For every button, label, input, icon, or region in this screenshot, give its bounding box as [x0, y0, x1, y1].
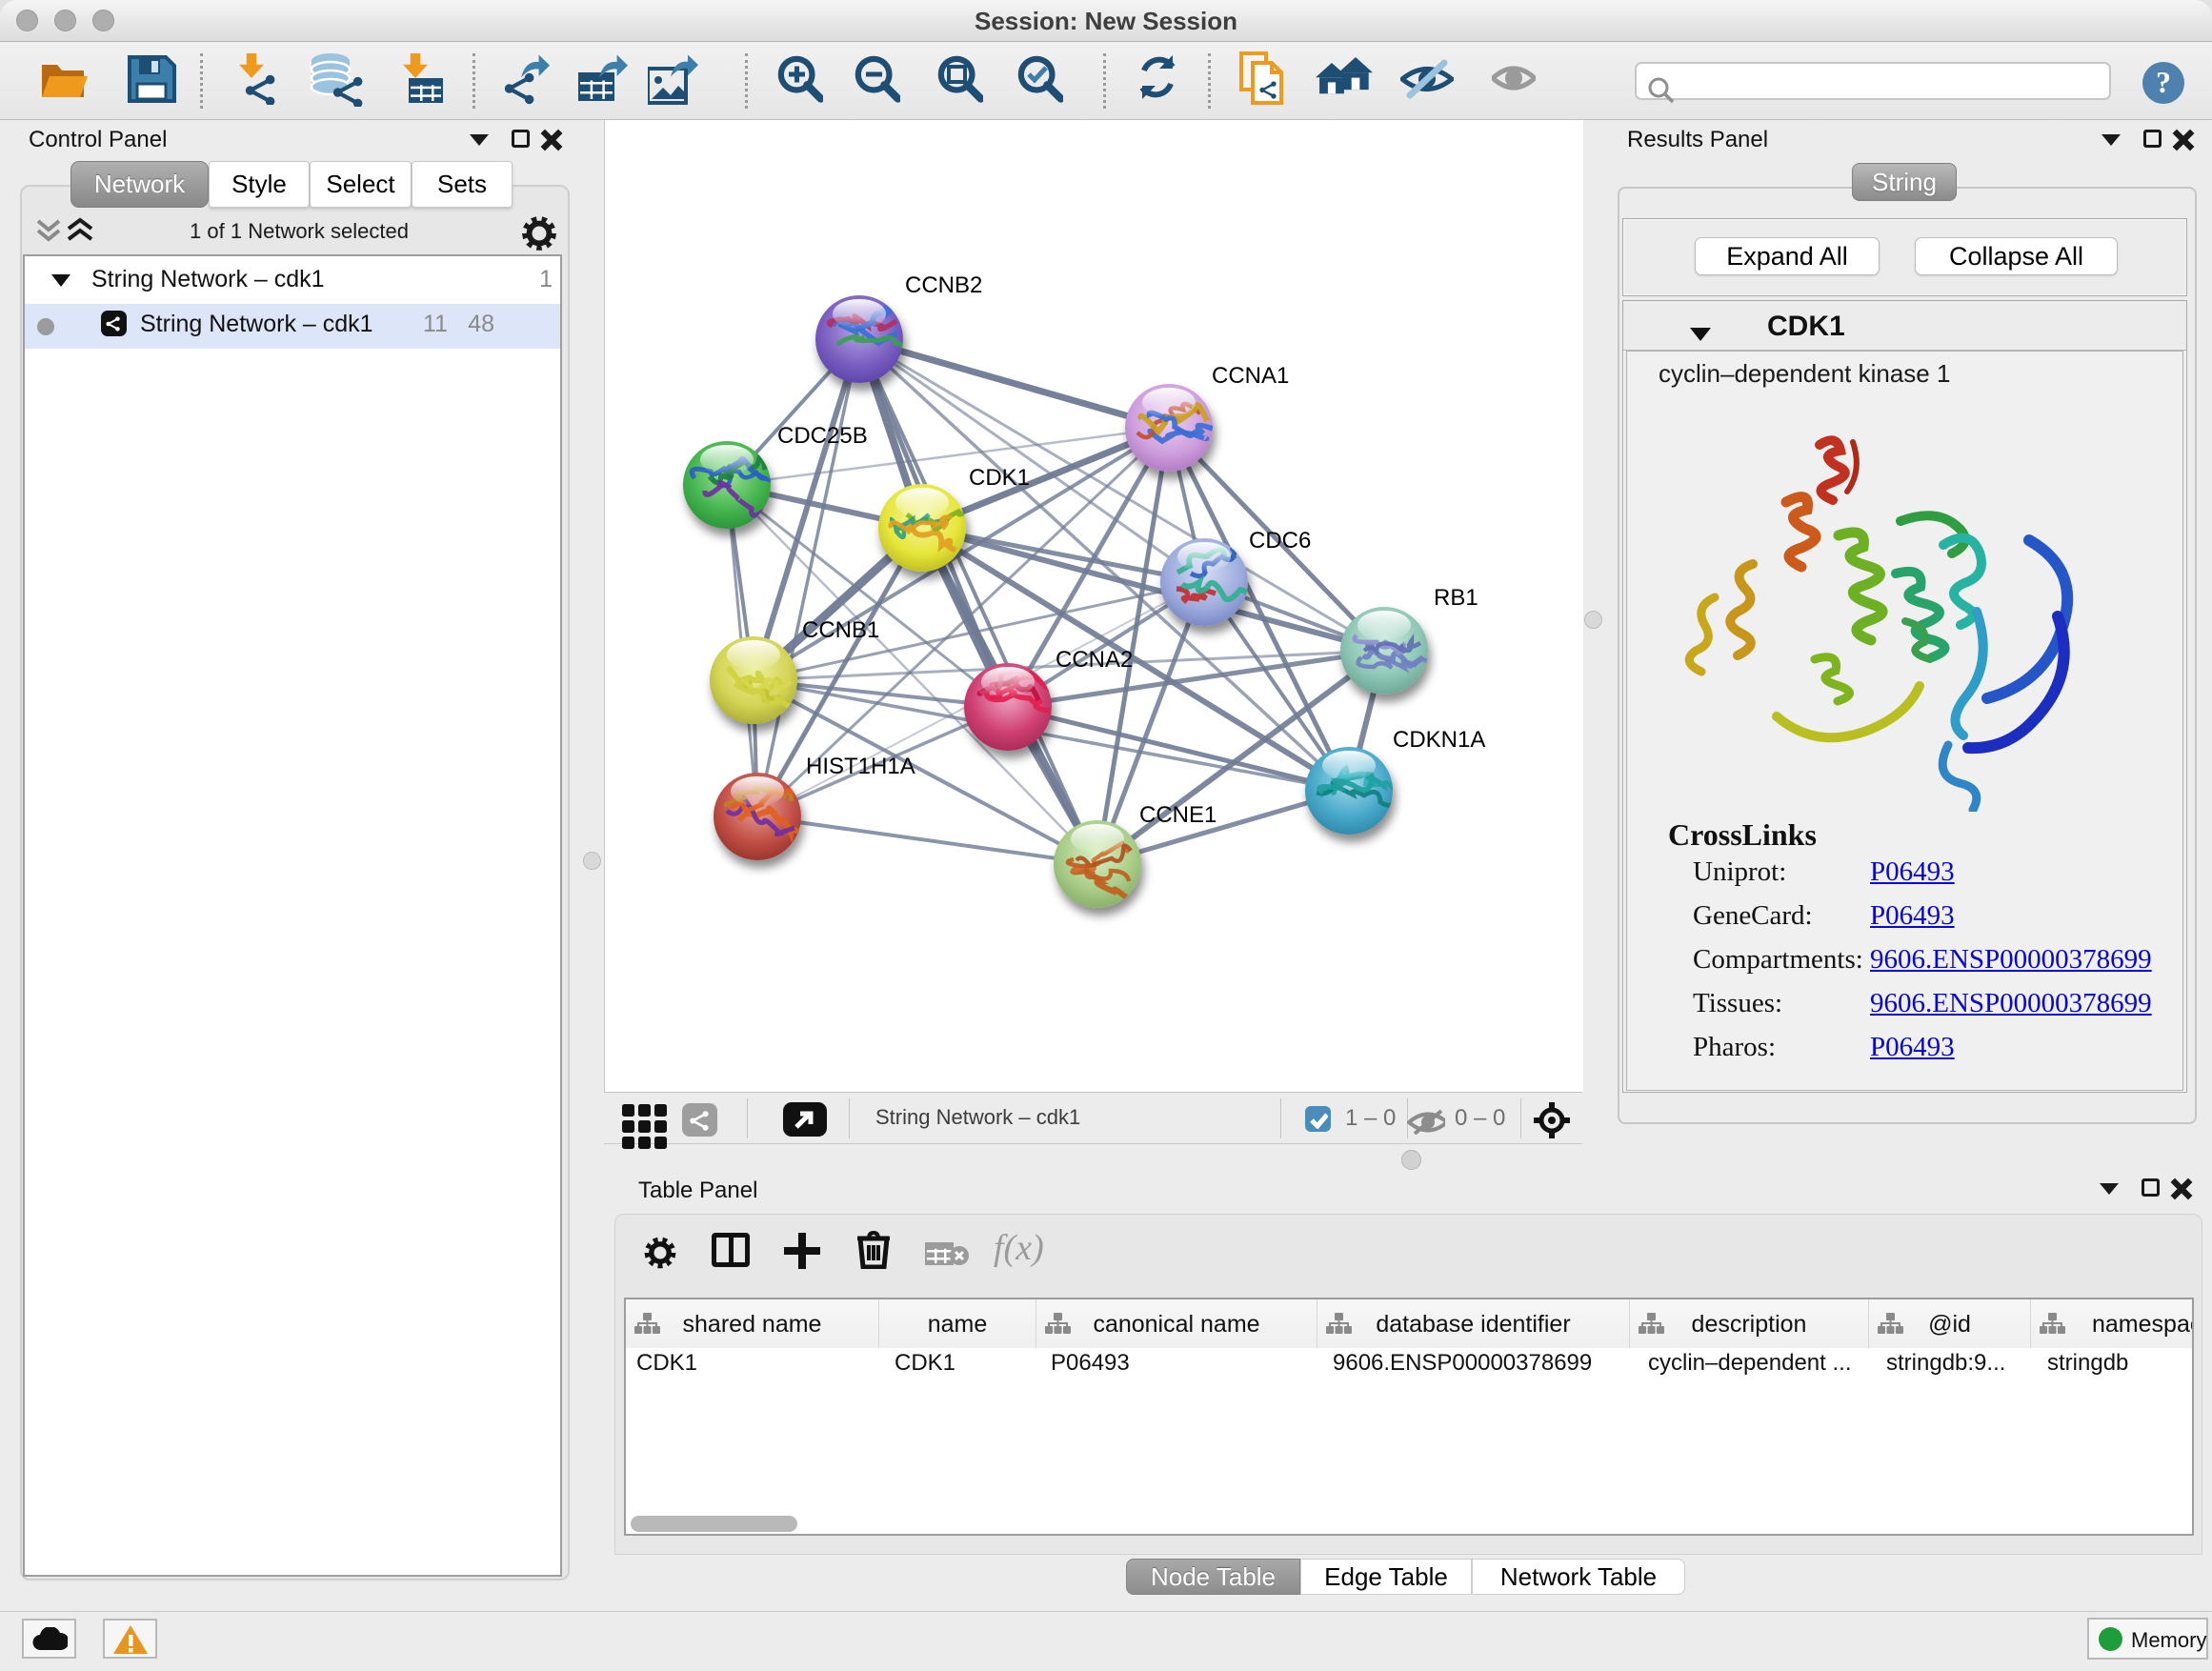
svg-text:?: ? — [2156, 65, 2171, 99]
